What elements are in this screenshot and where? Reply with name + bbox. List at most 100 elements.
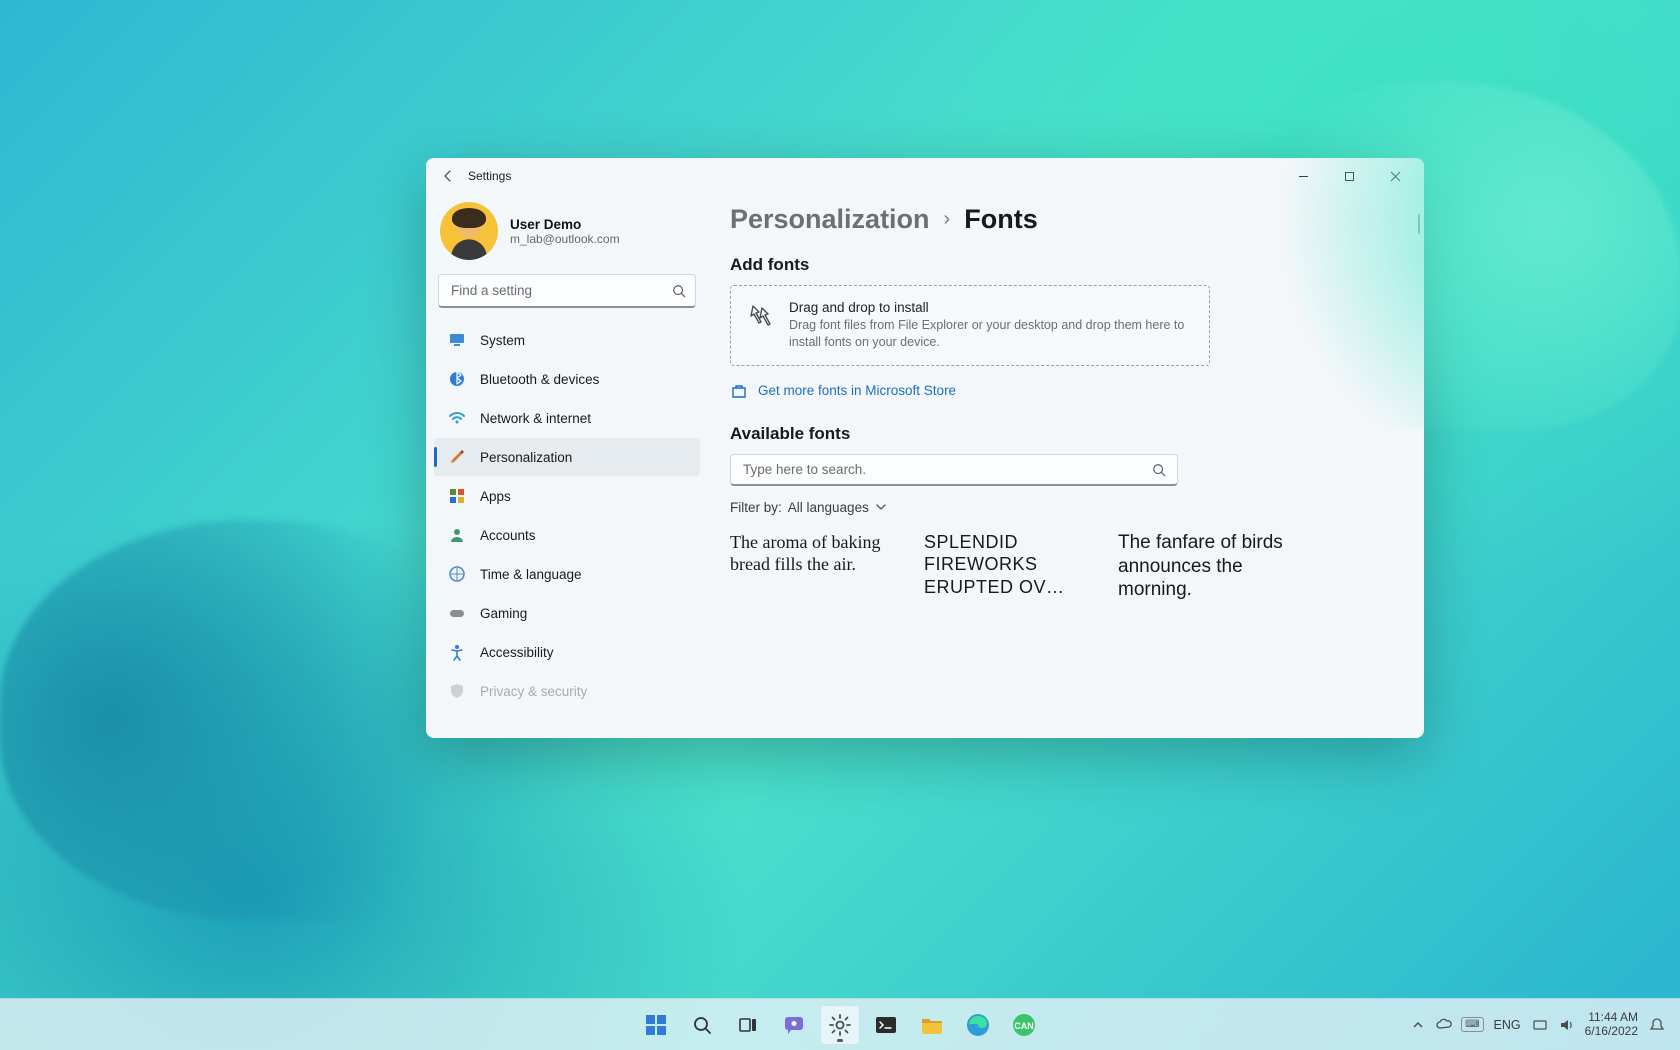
back-button[interactable] [432,160,464,192]
available-fonts-heading: Available fonts [730,424,1396,444]
chevron-down-icon [875,501,887,513]
edge-canary-icon: CAN [1011,1012,1037,1038]
start-button[interactable] [636,1005,676,1045]
font-search-button[interactable] [1148,459,1170,481]
settings-window: Settings User Demo [426,158,1424,738]
page-title: Fonts [964,204,1038,235]
system-tray: ⌨ ENG 11:44 AM 6/16/2022 [1409,1011,1680,1039]
sidebar-item-label: Personalization [480,450,572,465]
sidebar-item-system[interactable]: System [434,321,700,359]
get-more-fonts-link[interactable]: Get more fonts in Microsoft Store [758,383,956,398]
sidebar-item-gaming[interactable]: Gaming [434,594,700,632]
sidebar-item-privacy[interactable]: Privacy & security [434,672,700,710]
sidebar-item-label: Accounts [480,528,536,543]
account-block[interactable]: User Demo m_lab@outlook.com [434,198,700,274]
task-view-icon [737,1014,759,1036]
clock[interactable]: 11:44 AM 6/16/2022 [1585,1011,1638,1039]
filter-dropdown[interactable]: All languages [788,500,887,515]
minimize-icon [1298,171,1309,182]
taskbar-search[interactable] [682,1005,722,1045]
settings-search [438,274,696,308]
clock-time: 11:44 AM [1585,1011,1638,1025]
avatar [440,202,498,260]
window-controls [1280,161,1418,191]
maximize-button[interactable] [1326,161,1372,191]
chevron-right-icon: › [944,208,951,231]
svg-text:CAN: CAN [1014,1021,1034,1031]
globe-clock-icon [448,565,466,583]
sidebar-item-label: Gaming [480,606,527,621]
font-card[interactable]: The fanfare of birds announces the morni… [1118,531,1294,602]
nav: System Bluetooth & devices Network & int… [434,320,700,738]
windows-logo-icon [644,1013,668,1037]
minimize-button[interactable] [1280,161,1326,191]
sidebar-item-network[interactable]: Network & internet [434,399,700,437]
scrollbar[interactable] [1418,214,1420,234]
search-icon [1152,463,1166,477]
sidebar-item-time-language[interactable]: Time & language [434,555,700,593]
account-email: m_lab@outlook.com [510,232,620,246]
search-button[interactable] [668,280,690,302]
language-indicator[interactable]: ENG [1494,1018,1521,1032]
network-tray-icon[interactable] [1531,1016,1549,1034]
task-view[interactable] [728,1005,768,1045]
taskbar-edge[interactable] [958,1005,998,1045]
bell-icon [1648,1016,1666,1034]
wifi-icon [448,409,466,427]
font-grid: The aroma of baking bread fills the air.… [730,531,1396,602]
gear-icon [828,1013,852,1037]
sidebar-item-label: Privacy & security [480,684,587,699]
breadcrumb: Personalization › Fonts [730,204,1396,235]
font-card[interactable]: The aroma of baking bread fills the air. [730,531,906,602]
taskbar-settings[interactable] [820,1005,860,1045]
sidebar-item-apps[interactable]: Apps [434,477,700,515]
close-button[interactable] [1372,161,1418,191]
terminal-icon [874,1013,898,1037]
breadcrumb-parent[interactable]: Personalization [730,204,930,235]
drag-drop-icon [747,302,775,330]
font-dropzone[interactable]: Drag and drop to install Drag font files… [730,285,1210,366]
search-icon [672,284,686,298]
notifications-button[interactable] [1648,1016,1666,1034]
dropzone-description: Drag font files from File Explorer or yo… [789,317,1193,351]
desktop-wallpaper: Settings User Demo [0,0,1680,1050]
chevron-up-icon [1412,1019,1424,1031]
font-search-input[interactable] [730,454,1178,486]
main-pane: Personalization › Fonts Add fonts Drag a… [708,194,1424,738]
arrow-left-icon [440,168,456,184]
tray-overflow[interactable] [1409,1016,1427,1034]
sidebar-item-label: Time & language [480,567,582,582]
sidebar-item-bluetooth[interactable]: Bluetooth & devices [434,360,700,398]
folder-icon [919,1012,945,1038]
search-input[interactable] [438,274,696,308]
dropzone-title: Drag and drop to install [789,300,1193,315]
filter-value: All languages [788,500,869,515]
font-card[interactable]: SPLENDID FIREWORKS ERUPTED OV… [924,531,1100,602]
gamepad-icon [448,604,466,622]
person-icon [448,526,466,544]
onedrive-icon[interactable] [1435,1016,1453,1034]
sidebar: User Demo m_lab@outlook.com System [426,194,708,738]
shield-icon [448,682,466,700]
edge-icon [965,1012,991,1038]
taskbar-center: CAN [636,1005,1044,1045]
account-name: User Demo [510,217,620,232]
filter-label: Filter by: [730,500,782,515]
taskbar-terminal[interactable] [866,1005,906,1045]
taskbar-edge-canary[interactable]: CAN [1004,1005,1044,1045]
sidebar-item-accounts[interactable]: Accounts [434,516,700,554]
chat-icon [782,1013,806,1037]
sidebar-item-personalization[interactable]: Personalization [434,438,700,476]
titlebar: Settings [426,158,1424,194]
taskbar-chat[interactable] [774,1005,814,1045]
store-link-row: Get more fonts in Microsoft Store [730,382,1396,400]
taskbar-file-explorer[interactable] [912,1005,952,1045]
sidebar-item-accessibility[interactable]: Accessibility [434,633,700,671]
paintbrush-icon [448,448,466,466]
sidebar-item-label: Accessibility [480,645,554,660]
sidebar-item-label: System [480,333,525,348]
volume-tray-icon[interactable] [1557,1016,1575,1034]
taskbar: CAN ⌨ ENG 11:44 AM 6/16/2022 [0,998,1680,1050]
search-icon [691,1014,713,1036]
keyboard-indicator[interactable]: ⌨ [1461,1017,1483,1032]
